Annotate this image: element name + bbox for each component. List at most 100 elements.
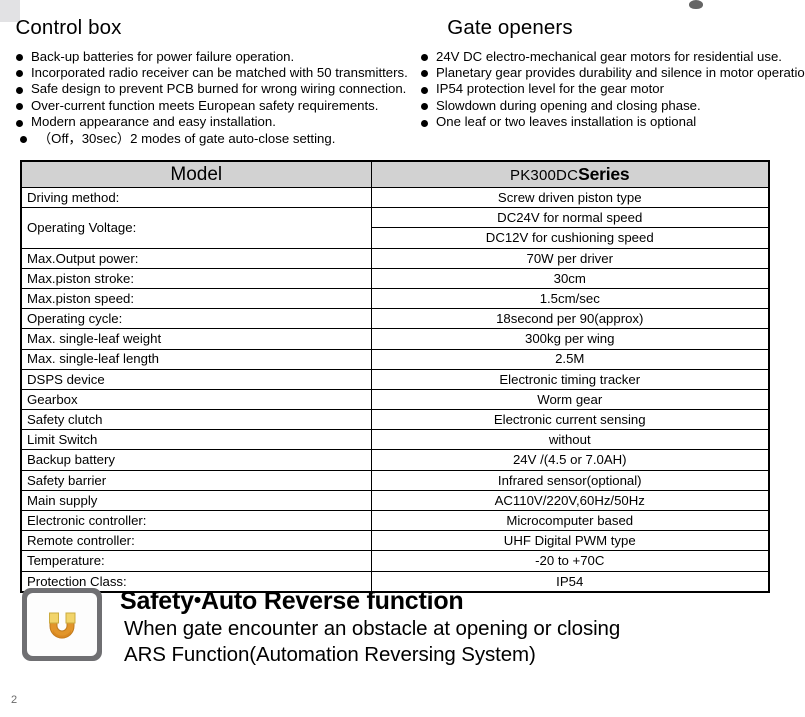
row-key: Max. single-leaf length [20, 348, 372, 370]
control-box-column: Control box Back-up batteries for power … [0, 16, 408, 147]
list-item: （Off，30sec）2 modes of gate auto-close se… [14, 131, 405, 147]
row-value: Screw driven piston type [370, 186, 770, 209]
row-key: DSPS device [20, 368, 372, 390]
scan-artifact-speck [689, 0, 703, 9]
table-row: Safety clutch Electronic current sensing [20, 409, 770, 431]
gate-openers-bullet-list: 24V DC electro-mechanical gear motors fo… [405, 49, 805, 131]
table-row: Max. single-leaf length 2.5M [20, 348, 770, 370]
list-item-label: Safe design to prevent PCB burned for wr… [31, 81, 407, 97]
row-value: -20 to +70C [370, 550, 770, 572]
row-value: DC12V for cushioning speed [370, 227, 770, 249]
row-key: Safety clutch [20, 409, 372, 431]
table-row: Temperature: -20 to +70C [20, 550, 770, 572]
bullet-dot-icon [16, 70, 23, 78]
header-model-label: Model [170, 164, 223, 185]
row-value: DC24V for normal speed [370, 207, 770, 229]
bullet-dot-icon [421, 103, 428, 111]
bullet-dot-icon [421, 86, 428, 94]
row-key: Temperature: [20, 550, 372, 572]
row-value: without [370, 429, 770, 451]
table-row: Driving method: Screw driven piston type [20, 186, 770, 209]
row-key: Max.piston stroke: [20, 267, 372, 289]
safety-title: Safety•Auto Reverse function [120, 586, 620, 616]
row-value: 18second per 90(approx) [370, 308, 770, 330]
table-row: Max.Output power: 70W per driver [20, 247, 770, 269]
safety-description-line: When gate encounter an obstacle at openi… [124, 617, 621, 640]
list-item: 24V DC electro-mechanical gear motors fo… [419, 49, 805, 65]
row-value: Electronic current sensing [370, 409, 770, 431]
row-key: Electronic controller: [20, 509, 372, 532]
bullet-dot-icon [16, 54, 23, 61]
control-box-title: Control box [15, 16, 122, 39]
control-box-bullet-list: Back-up batteries for power failure oper… [0, 49, 408, 147]
row-value: 1.5cm/sec [370, 287, 770, 310]
list-item-label: Planetary gear provides durability and s… [436, 64, 805, 80]
row-key: Main supply [20, 489, 372, 512]
magnet-horseshoe-glyph [49, 612, 76, 639]
row-key: Safety barrier [20, 469, 372, 491]
list-item: Planetary gear provides durability and s… [419, 65, 805, 81]
row-value: 70W per driver [370, 247, 770, 269]
magnet-horseshoe-icon [22, 588, 102, 661]
table-row: Electronic controller: Microcomputer bas… [20, 509, 770, 532]
bullet-dot-icon [421, 119, 428, 127]
row-value: Microcomputer based [370, 509, 770, 532]
row-value: 30cm [370, 267, 770, 289]
row-value: Infrared sensor(optional) [370, 469, 770, 491]
bullet-dot-icon [20, 136, 27, 144]
list-item-label: （Off，30sec）2 modes of gate auto-close se… [38, 130, 336, 146]
table-row: Limit Switch without [20, 429, 770, 451]
table-row: Max.piston speed: 1.5cm/sec [20, 287, 770, 310]
row-value: 2.5M [370, 348, 770, 370]
bullet-dot-icon [16, 86, 23, 94]
list-item: IP54 protection level for the gear motor [419, 81, 805, 97]
list-item: Back-up batteries for power failure oper… [14, 49, 405, 65]
page-number: 2 [11, 694, 18, 706]
header-cell-series: PK300DCSeries [370, 160, 770, 188]
row-key: Remote controller: [20, 530, 372, 552]
table-row: Max.piston stroke: 30cm [20, 267, 770, 289]
list-item: Incorporated radio receiver can be match… [14, 64, 408, 81]
row-key: Limit Switch [20, 429, 372, 451]
magnet-horseshoe-icon-inner [27, 593, 97, 656]
header-series-code: PK300DC [510, 166, 579, 184]
list-item: Over-current function meets European saf… [14, 98, 405, 114]
row-key: Gearbox [20, 388, 372, 411]
table-row: Main supply AC110V/220V,60Hz/50Hz [20, 489, 770, 512]
list-item: One leaf or two leaves installation is o… [419, 114, 805, 130]
list-item-label: Over-current function meets European saf… [31, 97, 379, 113]
row-value: 300kg per wing [370, 328, 770, 350]
bullet-separator-icon: • [193, 589, 201, 612]
bullet-dot-icon [16, 119, 23, 127]
list-item-label: Back-up batteries for power failure oper… [31, 48, 295, 64]
table-row: Operating Voltage: DC24V for normal spee… [20, 207, 770, 249]
table-header-row: Model PK300DCSeries [20, 160, 770, 188]
table-row: Safety barrier Infrared sensor(optional) [20, 469, 770, 491]
row-key: Driving method: [20, 186, 372, 209]
table-row: Backup battery 24V /(4.5 or 7.0AH) [20, 449, 770, 471]
row-key: Operating cycle: [20, 308, 372, 330]
row-value: UHF Digital PWM type [370, 530, 770, 552]
list-item-label: Incorporated radio receiver can be match… [31, 64, 408, 80]
bullet-dot-icon [421, 54, 428, 61]
list-item-label: IP54 protection level for the gear motor [436, 81, 664, 97]
list-item-label: Modern appearance and easy installation. [31, 114, 276, 130]
row-value: Worm gear [370, 388, 770, 411]
row-key: Max.piston speed: [20, 287, 372, 310]
safety-title-suffix: Auto Reverse function [201, 587, 464, 615]
row-key: Backup battery [20, 449, 372, 471]
gate-openers-title: Gate openers [447, 16, 573, 39]
row-value: AC110V/220V,60Hz/50Hz [370, 489, 770, 512]
row-key: Operating Voltage: [20, 207, 372, 249]
safety-text-block: Safety•Auto Reverse function When gate e… [120, 586, 620, 667]
feature-columns: Control box Back-up batteries for power … [0, 16, 805, 147]
list-item: Slowdown during opening and closing phas… [419, 98, 805, 114]
list-item-label: 24V DC electro-mechanical gear motors fo… [436, 48, 782, 64]
table-row: Gearbox Worm gear [20, 388, 770, 411]
bullet-dot-icon [421, 70, 428, 78]
gate-openers-column: Gate openers 24V DC electro-mechanical g… [405, 16, 805, 147]
header-series-word: Series [578, 163, 630, 184]
table-row: Max. single-leaf weight 300kg per wing [20, 328, 770, 350]
list-item: Modern appearance and easy installation. [14, 114, 405, 130]
list-item: Safe design to prevent PCB burned for wr… [14, 81, 407, 97]
